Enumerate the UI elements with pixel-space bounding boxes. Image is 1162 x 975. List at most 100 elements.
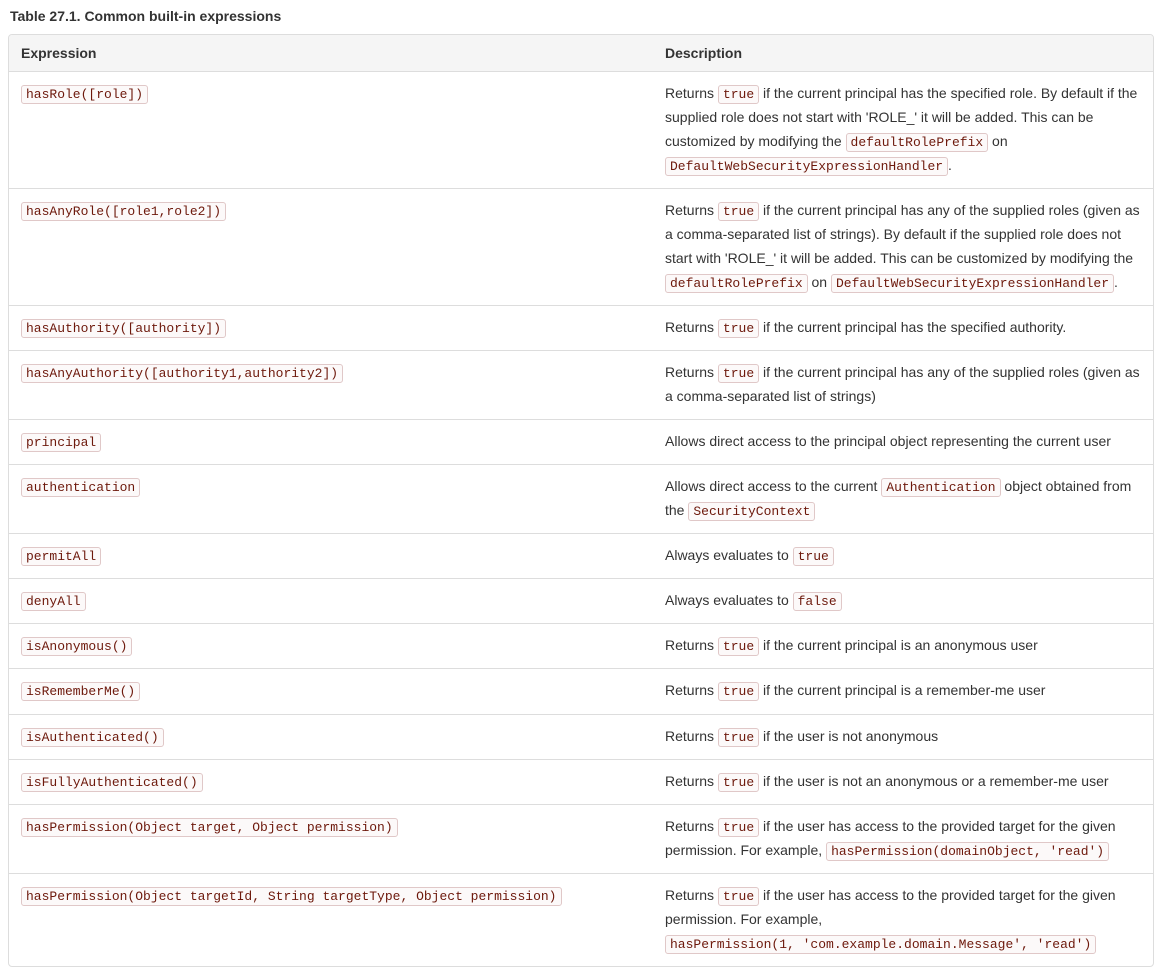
- table-row: permitAll Always evaluates to true: [9, 533, 1153, 578]
- description-text: on: [988, 133, 1007, 149]
- expression-code: hasRole([role]): [21, 85, 148, 104]
- table-row: isAnonymous() Returns true if the current…: [9, 623, 1153, 668]
- inline-code: true: [718, 682, 759, 701]
- expression-code: isRememberMe(): [21, 682, 140, 701]
- inline-code: true: [718, 773, 759, 792]
- inline-code: true: [718, 728, 759, 747]
- description-text: Returns: [665, 887, 718, 903]
- expressions-table: Expression Description hasRole([role]) Re…: [8, 34, 1154, 967]
- expression-code: denyAll: [21, 592, 86, 611]
- inline-code: true: [718, 364, 759, 383]
- description-text: Returns: [665, 202, 718, 218]
- cell-description: Returns true if the user has access to t…: [653, 804, 1153, 873]
- inline-code: true: [793, 547, 834, 566]
- cell-description: Returns true if the user has access to t…: [653, 873, 1153, 966]
- table-caption: Table 27.1. Common built-in expressions: [10, 8, 1154, 24]
- description-text: Returns: [665, 319, 718, 335]
- description-text: if the current principal is an anonymous…: [759, 637, 1038, 653]
- cell-expression: hasPermission(Object target, Object perm…: [9, 804, 653, 873]
- cell-description: Always evaluates to false: [653, 578, 1153, 623]
- inline-code: true: [718, 887, 759, 906]
- expression-code: isAuthenticated(): [21, 728, 164, 747]
- expression-code: hasAuthority([authority]): [21, 319, 226, 338]
- description-text: Allows direct access to the current: [665, 478, 881, 494]
- description-text: .: [948, 157, 952, 173]
- cell-expression: authentication: [9, 464, 653, 533]
- table-row: hasAnyRole([role1,role2]) Returns true if…: [9, 188, 1153, 305]
- inline-code: defaultRolePrefix: [665, 274, 808, 293]
- table-row: hasRole([role]) Returns true if the curre…: [9, 72, 1153, 188]
- table-row: principal Allows direct access to the pri…: [9, 419, 1153, 464]
- cell-expression: denyAll: [9, 578, 653, 623]
- expression-code: hasAnyRole([role1,role2]): [21, 202, 226, 221]
- inline-code: true: [718, 202, 759, 221]
- inline-code: false: [793, 592, 842, 611]
- inline-code: Authentication: [881, 478, 1000, 497]
- description-text: on: [808, 274, 831, 290]
- expression-code: hasAnyAuthority([authority1,authority2]): [21, 364, 343, 383]
- cell-expression: hasRole([role]): [9, 72, 653, 188]
- description-text: Allows direct access to the principal ob…: [665, 433, 1111, 449]
- description-text: Returns: [665, 637, 718, 653]
- inline-code: DefaultWebSecurityExpressionHandler: [665, 157, 948, 176]
- cell-description: Allows direct access to the principal ob…: [653, 419, 1153, 464]
- description-text: Returns: [665, 682, 718, 698]
- cell-description: Returns true if the current principal ha…: [653, 72, 1153, 188]
- cell-description: Returns true if the current principal ha…: [653, 305, 1153, 350]
- description-text: if the user is not an anonymous or a rem…: [759, 773, 1108, 789]
- cell-description: Always evaluates to true: [653, 533, 1153, 578]
- table-header-row: Expression Description: [9, 35, 1153, 72]
- table-row: hasAnyAuthority([authority1,authority2])…: [9, 350, 1153, 419]
- table-row: hasAuthority([authority]) Returns true if…: [9, 305, 1153, 350]
- description-text: Returns: [665, 364, 718, 380]
- description-text: if the current principal has the specifi…: [759, 319, 1066, 335]
- cell-description: Returns true if the user is not anonymou…: [653, 714, 1153, 759]
- cell-expression: principal: [9, 419, 653, 464]
- cell-expression: isRememberMe(): [9, 668, 653, 713]
- inline-code: defaultRolePrefix: [846, 133, 989, 152]
- description-text: .: [1114, 274, 1118, 290]
- table-row: denyAll Always evaluates to false: [9, 578, 1153, 623]
- cell-expression: hasPermission(Object targetId, String ta…: [9, 873, 653, 966]
- inline-code: SecurityContext: [688, 502, 815, 521]
- cell-expression: isFullyAuthenticated(): [9, 759, 653, 804]
- table-row: isRememberMe() Returns true if the curren…: [9, 668, 1153, 713]
- description-text: Always evaluates to: [665, 547, 793, 563]
- inline-code: DefaultWebSecurityExpressionHandler: [831, 274, 1114, 293]
- table-row: hasPermission(Object targetId, String ta…: [9, 873, 1153, 966]
- cell-expression: isAuthenticated(): [9, 714, 653, 759]
- cell-expression: hasAuthority([authority]): [9, 305, 653, 350]
- table-row: hasPermission(Object target, Object perm…: [9, 804, 1153, 873]
- cell-expression: isAnonymous(): [9, 623, 653, 668]
- column-header-expression: Expression: [9, 35, 653, 72]
- description-text: Returns: [665, 773, 718, 789]
- cell-description: Returns true if the current principal is…: [653, 623, 1153, 668]
- inline-code: hasPermission(1, 'com.example.domain.Mes…: [665, 935, 1096, 954]
- column-header-description: Description: [653, 35, 1153, 72]
- table-row: isFullyAuthenticated() Returns true if th…: [9, 759, 1153, 804]
- table-row: authentication Allows direct access to th…: [9, 464, 1153, 533]
- expression-code: hasPermission(Object target, Object perm…: [21, 818, 398, 837]
- cell-description: Returns true if the user is not an anony…: [653, 759, 1153, 804]
- expression-code: principal: [21, 433, 101, 452]
- cell-description: Returns true if the current principal is…: [653, 668, 1153, 713]
- cell-expression: hasAnyAuthority([authority1,authority2]): [9, 350, 653, 419]
- table-row: isAuthenticated() Returns true if the use…: [9, 714, 1153, 759]
- cell-expression: permitAll: [9, 533, 653, 578]
- inline-code: hasPermission(domainObject, 'read'): [826, 842, 1109, 861]
- inline-code: true: [718, 319, 759, 338]
- expression-code: hasPermission(Object targetId, String ta…: [21, 887, 562, 906]
- cell-description: Allows direct access to the current Auth…: [653, 464, 1153, 533]
- cell-description: Returns true if the current principal ha…: [653, 350, 1153, 419]
- description-text: if the user is not anonymous: [759, 728, 938, 744]
- expression-code: isAnonymous(): [21, 637, 132, 656]
- cell-expression: hasAnyRole([role1,role2]): [9, 188, 653, 305]
- description-text: Always evaluates to: [665, 592, 793, 608]
- description-text: if the current principal is a remember-m…: [759, 682, 1045, 698]
- expression-code: authentication: [21, 478, 140, 497]
- description-text: Returns: [665, 85, 718, 101]
- inline-code: true: [718, 637, 759, 656]
- expression-code: permitAll: [21, 547, 101, 566]
- cell-description: Returns true if the current principal ha…: [653, 188, 1153, 305]
- expression-code: isFullyAuthenticated(): [21, 773, 203, 792]
